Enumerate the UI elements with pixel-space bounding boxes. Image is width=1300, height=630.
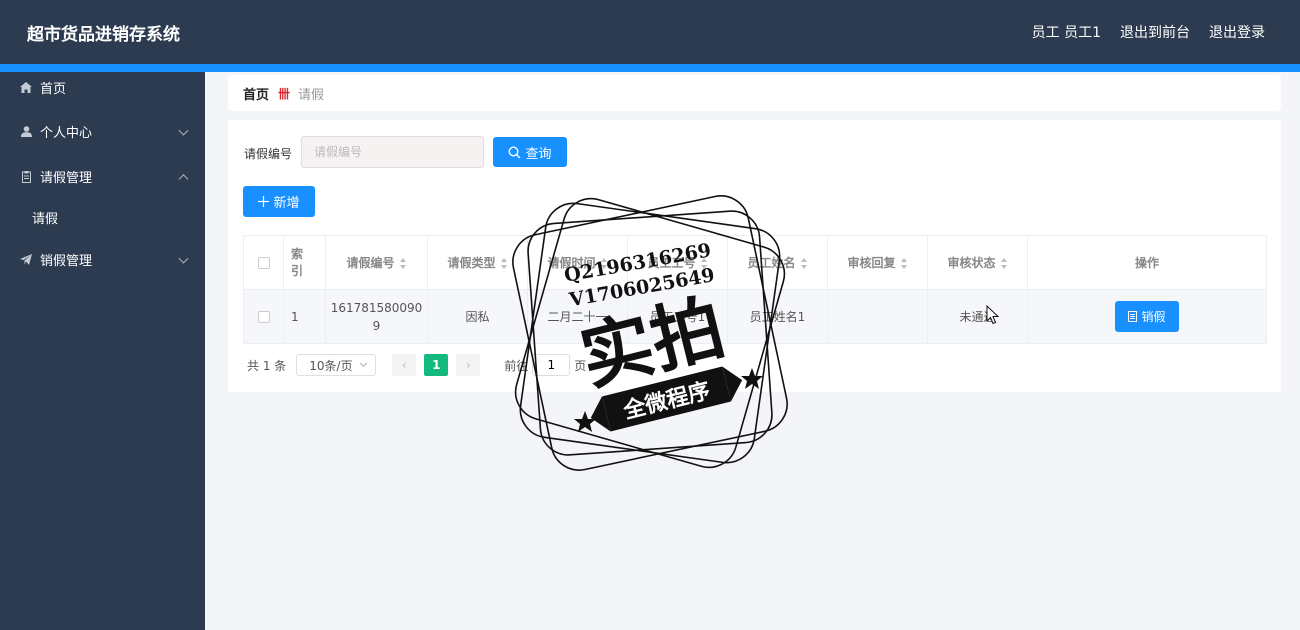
query-button[interactable]: 查询 (493, 137, 567, 167)
logout-link[interactable]: 退出登录 (1209, 22, 1265, 42)
column-header-label: 请假编号 (346, 256, 395, 270)
column-header-reply[interactable]: 审核回复 (827, 235, 928, 290)
select-all-cell[interactable] (243, 235, 284, 290)
current-user-label[interactable]: 员工 员工1 (1032, 22, 1101, 42)
page-size-select[interactable]: 10条/页 (296, 354, 377, 376)
sidebar-item-label: 销假管理 (40, 254, 93, 269)
home-icon (20, 81, 32, 93)
mouse-cursor-icon (986, 305, 1000, 325)
next-page-button[interactable]: › (456, 354, 481, 376)
row-checkbox[interactable] (257, 311, 270, 323)
exit-to-front-link[interactable]: 退出到前台 (1120, 22, 1190, 42)
document-icon (1128, 311, 1138, 322)
sort-icon[interactable] (1000, 258, 1008, 269)
column-header-actions: 操作 (1027, 235, 1267, 290)
row-select-cell[interactable] (243, 289, 284, 344)
cancel-leave-button[interactable]: 销假 (1115, 301, 1179, 332)
sidebar-item-label: 请假管理 (40, 171, 93, 186)
sidebar-item-home[interactable]: 首页 (0, 72, 205, 102)
sort-icon[interactable] (900, 258, 908, 269)
page-size-value: 10条/页 (309, 358, 353, 373)
column-header-code[interactable]: 请假编号 (325, 235, 428, 290)
chevron-down-icon (360, 359, 368, 368)
app-title: 超市货品进销存系统 (27, 24, 180, 45)
chevron-down-icon (178, 253, 189, 264)
cell-actions: 销假 (1027, 289, 1267, 344)
add-button-label: 新增 (273, 196, 300, 211)
breadcrumb: 首页 卌 请假 (228, 75, 1281, 111)
search-icon (508, 145, 521, 158)
sidebar-item-personal-center[interactable]: 个人中心 (0, 109, 205, 154)
sidebar-item-label: 首页 (40, 81, 67, 97)
chevron-down-icon (178, 125, 189, 136)
column-header-status[interactable]: 审核状态 (927, 235, 1028, 290)
search-input[interactable] (301, 136, 484, 168)
column-header-index: 索引 (283, 235, 326, 290)
header-actions: 员工 员工1 退出到前台 退出登录 (1032, 22, 1300, 42)
plus-icon (258, 196, 270, 207)
sidebar-subitem-leave[interactable]: 请假 (0, 199, 205, 235)
chevron-left-icon: ‹ (401, 358, 407, 372)
sort-icon[interactable] (399, 258, 407, 269)
cell-code: 1617815800909 (325, 289, 428, 344)
cell-index: 1 (283, 289, 326, 344)
chevron-up-icon (178, 173, 189, 184)
add-button[interactable]: 新增 (243, 186, 315, 217)
column-header-label: 操作 (1134, 256, 1159, 270)
column-header-label: 索引 (291, 246, 304, 278)
header-accent-bar (0, 64, 1300, 72)
column-header-label: 审核状态 (947, 256, 996, 270)
watermark-stamp: Q2196316269 V1706025649 实拍 全微程序 (512, 195, 788, 471)
select-all-checkbox[interactable] (257, 257, 270, 269)
sidebar-item-leave-management[interactable]: 请假管理 (0, 154, 205, 199)
clipboard-icon (20, 170, 32, 183)
breadcrumb-separator-icon: 卌 (278, 86, 291, 101)
paper-plane-icon (20, 254, 32, 265)
top-bar: 超市货品进销存系统 员工 员工1 退出到前台 退出登录 (0, 0, 1300, 64)
cell-status: 未通过 (927, 289, 1028, 344)
breadcrumb-home[interactable]: 首页 (243, 84, 269, 103)
sidebar-subitem-label: 请假 (32, 211, 59, 227)
prev-page-button[interactable]: ‹ (392, 354, 417, 376)
sidebar-item-cancel-leave-management[interactable]: 销假管理 (0, 237, 205, 282)
sort-icon[interactable] (800, 258, 808, 269)
sidebar: 首页 个人中心 请假管理 请假 销假管理 (0, 72, 205, 630)
query-button-label: 查询 (525, 146, 552, 162)
sidebar-item-label: 个人中心 (40, 126, 93, 141)
cell-reply (827, 289, 928, 344)
cancel-leave-button-label: 销假 (1141, 310, 1166, 324)
pagination-total: 共 1 条 (247, 358, 287, 373)
chevron-right-icon: › (465, 358, 471, 372)
user-icon (20, 126, 32, 137)
column-header-label: 审核回复 (847, 256, 896, 270)
search-label: 请假编号 (244, 147, 293, 161)
page-number-current[interactable]: 1 (424, 354, 449, 376)
breadcrumb-current: 请假 (298, 87, 325, 103)
column-header-label: 请假类型 (447, 256, 496, 270)
cell-code-text: 1617815800909 (330, 300, 423, 333)
